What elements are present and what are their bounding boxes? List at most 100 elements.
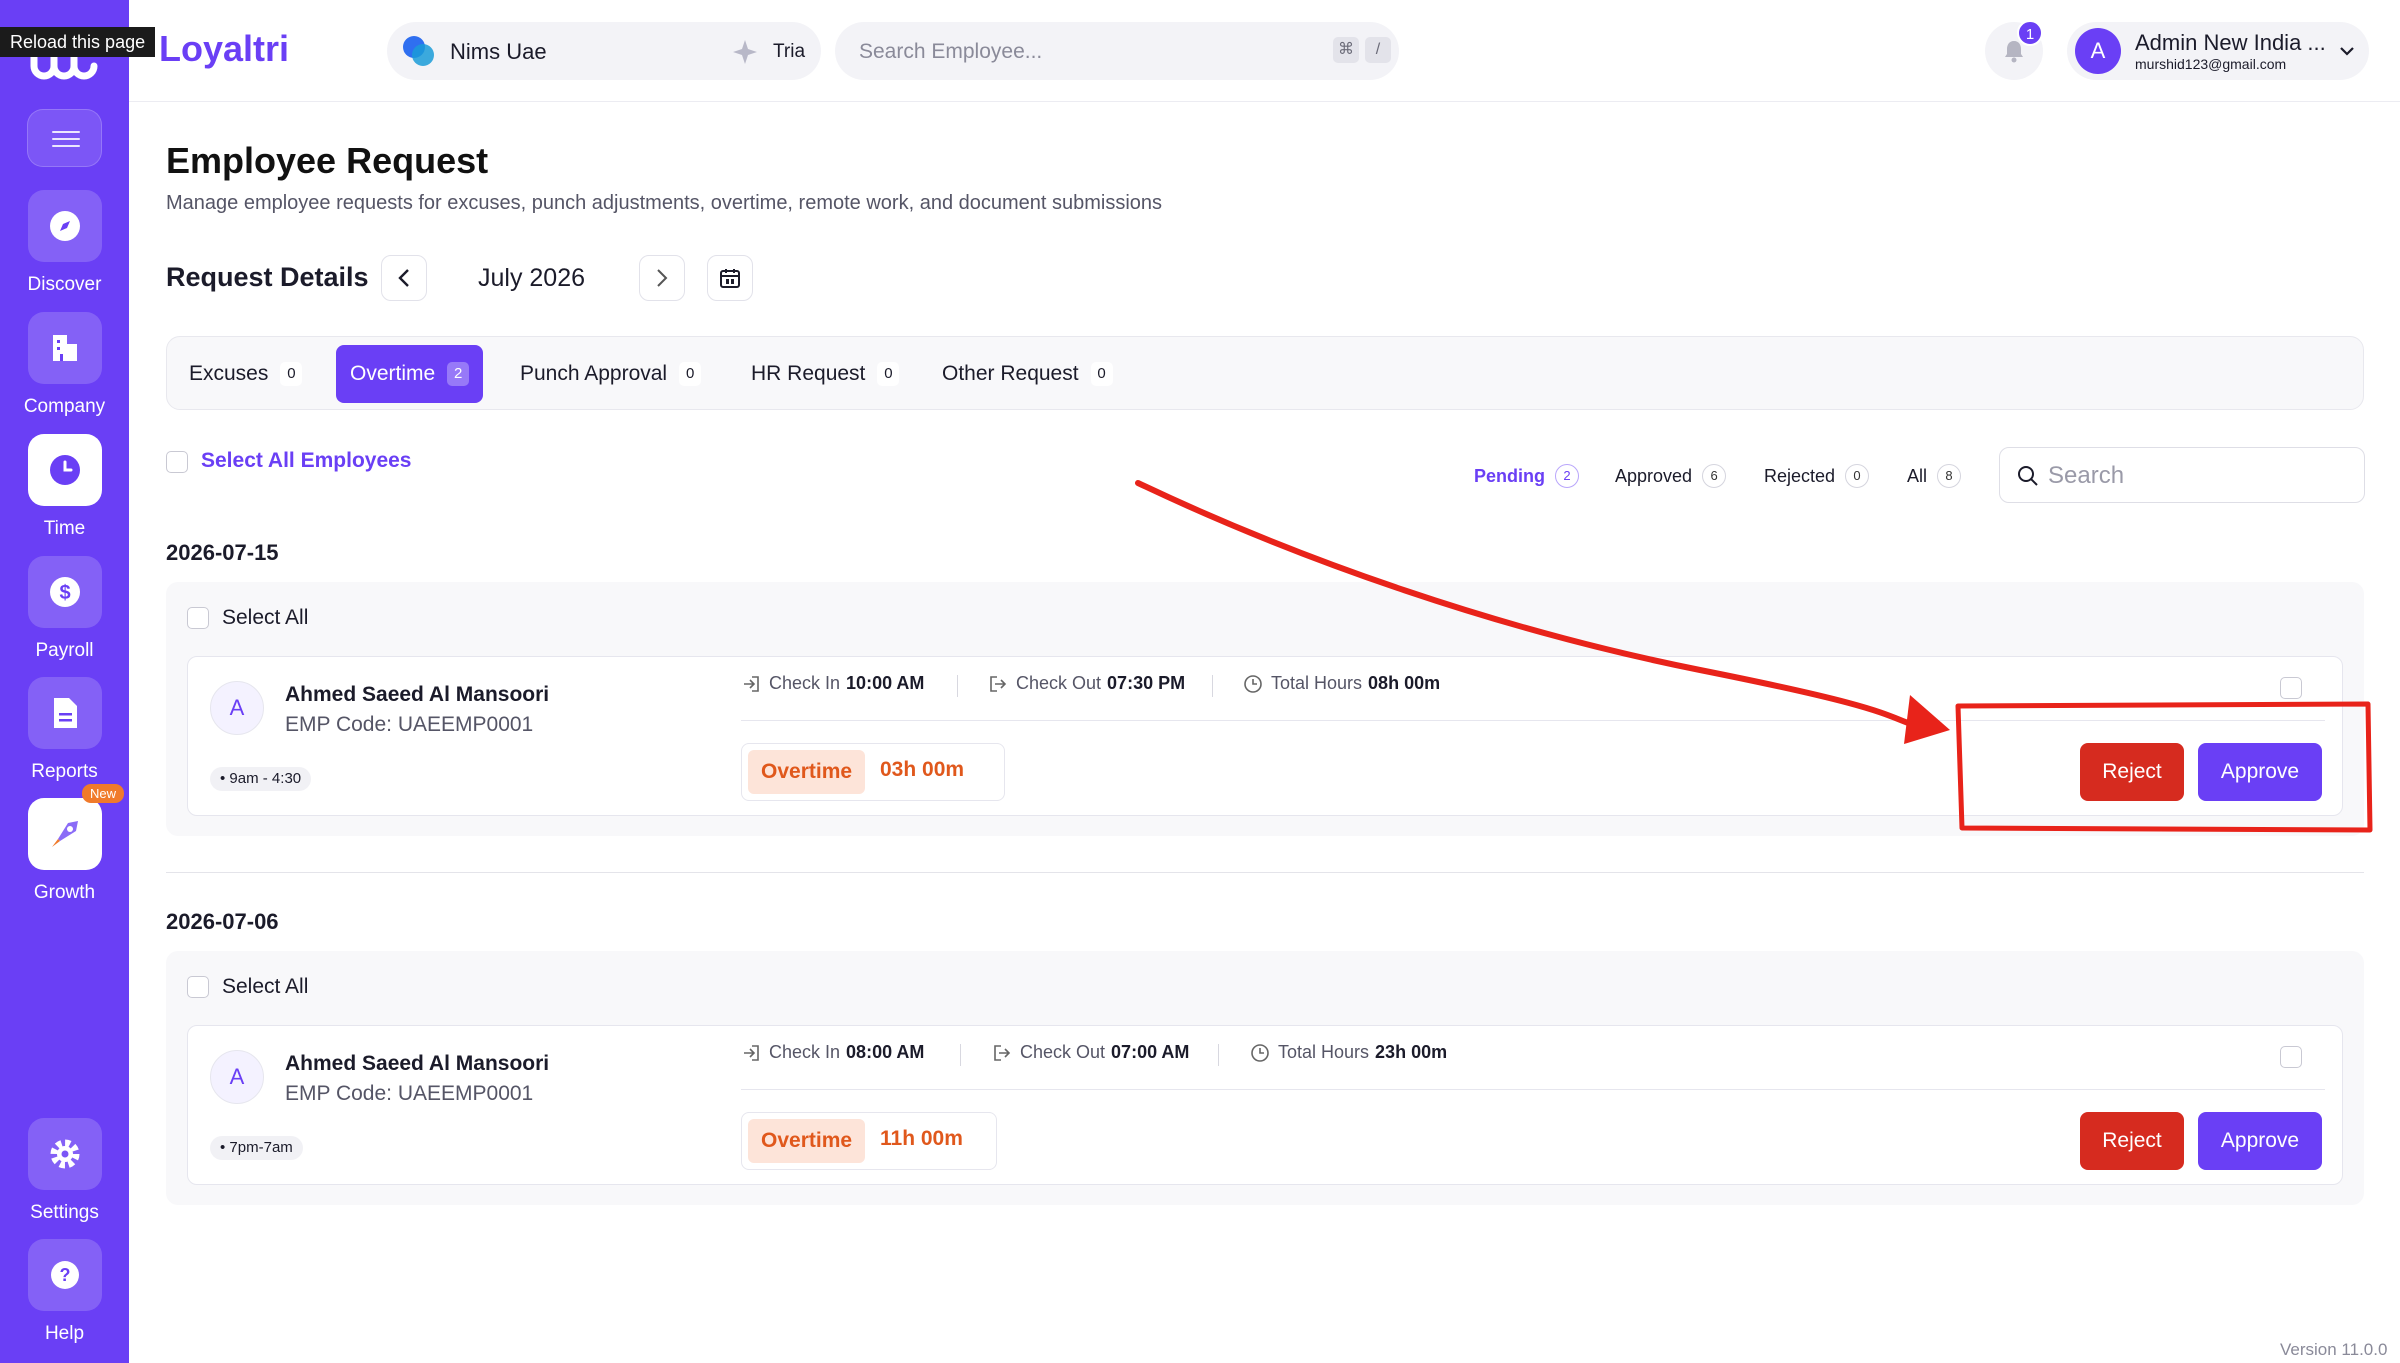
approve-button[interactable]: Approve xyxy=(2198,743,2322,801)
reject-button[interactable]: Reject xyxy=(2080,1112,2184,1170)
filter-label: Pending xyxy=(1474,465,1545,486)
chevron-down-icon xyxy=(2340,47,2354,56)
tab-other-request[interactable]: Other Request 0 xyxy=(928,345,1127,403)
check-out-label: Check Out xyxy=(1016,673,1102,693)
check-in-time: 10:00 AM xyxy=(846,673,925,693)
sidebar-item-reports[interactable]: Reports xyxy=(0,677,129,783)
filter-count: 0 xyxy=(1845,464,1870,488)
filter-all[interactable]: All 8 xyxy=(1907,462,1962,490)
calendar-button[interactable] xyxy=(707,255,753,301)
employee-name: Ahmed Saeed Al Mansoori xyxy=(285,1052,550,1075)
total-hours-label: Total Hours xyxy=(1278,1042,1370,1062)
clock-icon xyxy=(49,455,80,485)
total-hours-value: 08h 00m xyxy=(1368,673,1441,693)
svg-text:$: $ xyxy=(59,582,70,604)
card-divider xyxy=(741,1089,2325,1090)
filter-pending[interactable]: Pending 2 xyxy=(1474,462,1579,490)
employee-name: Ahmed Saeed Al Mansoori xyxy=(285,683,550,706)
tab-label: HR Request xyxy=(751,362,866,385)
tab-hr-request[interactable]: HR Request 0 xyxy=(737,345,913,403)
total-hours-info: Total Hours 08h 00m xyxy=(1243,673,1440,694)
shortcut-key: / xyxy=(1365,37,1391,63)
filter-count: 2 xyxy=(1555,464,1579,488)
request-search-input[interactable]: Search xyxy=(1999,447,2365,503)
request-checkbox[interactable] xyxy=(2280,677,2302,699)
tab-overtime[interactable]: Overtime 2 xyxy=(336,345,484,403)
filter-label: All xyxy=(1907,465,1928,486)
search-placeholder: Search xyxy=(2048,462,2125,489)
shift-badge: • 7pm-7am xyxy=(210,1136,303,1160)
logout-icon xyxy=(990,675,1007,692)
sidebar: Discover Company Time $ Payroll Reports … xyxy=(0,0,129,1363)
tab-count: 0 xyxy=(1090,362,1113,386)
sidebar-item-discover[interactable]: Discover xyxy=(0,190,129,296)
filter-rejected[interactable]: Rejected 0 xyxy=(1764,462,1870,490)
request-group: Select All A Ahmed Saeed Al Mansoori EMP… xyxy=(166,951,2364,1205)
tria-assistant-button[interactable]: Tria xyxy=(713,22,821,80)
check-in-info: Check In 08:00 AM xyxy=(741,1042,924,1063)
help-icon: ? xyxy=(50,1261,79,1289)
login-icon xyxy=(744,675,759,692)
check-in-label: Check In xyxy=(769,1042,841,1062)
search-placeholder: Search Employee... xyxy=(859,40,1043,63)
brand-name[interactable]: Loyaltri xyxy=(159,28,289,70)
sidebar-item-label: Reports xyxy=(31,761,98,782)
employee-search-input[interactable]: Search Employee... ⌘ / xyxy=(835,22,1399,80)
sidebar-item-payroll[interactable]: $ Payroll xyxy=(0,556,129,662)
menu-toggle-button[interactable] xyxy=(27,109,102,167)
divider xyxy=(957,675,958,697)
next-month-button[interactable] xyxy=(639,255,685,301)
user-menu[interactable]: A Admin New India ... murshid123@gmail.c… xyxy=(2067,22,2369,80)
check-out-info: Check Out 07:30 PM xyxy=(988,673,1185,694)
sidebar-item-time[interactable]: Time xyxy=(0,434,129,540)
sidebar-item-label: Settings xyxy=(30,1202,99,1223)
clock-icon xyxy=(1251,1043,1269,1062)
approve-button[interactable]: Approve xyxy=(2198,1112,2322,1170)
shift-time: 7pm-7am xyxy=(229,1139,293,1156)
compass-icon xyxy=(49,211,80,241)
avatar: A xyxy=(2075,28,2121,74)
sidebar-item-label: Help xyxy=(44,1323,85,1344)
avatar: A xyxy=(210,681,264,735)
card-divider xyxy=(741,720,2325,721)
page-subtitle: Manage employee requests for excuses, pu… xyxy=(166,192,1163,214)
tab-punch-approval[interactable]: Punch Approval 0 xyxy=(506,345,715,403)
total-hours-label: Total Hours xyxy=(1271,673,1363,693)
select-all-employees-label[interactable]: Select All Employees xyxy=(201,449,411,473)
sidebar-item-settings[interactable]: Settings xyxy=(0,1118,129,1224)
sidebar-item-growth[interactable]: New Growth xyxy=(0,784,129,904)
group-select-all-label: Select All xyxy=(222,975,309,998)
new-badge: New xyxy=(82,784,125,803)
filter-approved[interactable]: Approved 6 xyxy=(1615,462,1727,490)
svg-text:?: ? xyxy=(59,1265,70,1285)
tab-excuses[interactable]: Excuses 0 xyxy=(175,345,316,403)
notification-count-badge: 1 xyxy=(2017,20,2043,46)
total-hours-info: Total Hours 23h 00m xyxy=(1250,1042,1447,1063)
sidebar-item-help[interactable]: ? Help xyxy=(0,1239,129,1345)
prev-month-button[interactable] xyxy=(381,255,427,301)
request-card: A Ahmed Saeed Al Mansoori EMP Code: UAEE… xyxy=(187,656,2343,816)
employee-code: EMP Code: UAEEMP0001 xyxy=(285,1082,534,1105)
group-select-all-checkbox[interactable] xyxy=(187,607,209,629)
user-name: Admin New India ... xyxy=(2135,30,2326,55)
request-type-tabs: Excuses 0 Overtime 2 Punch Approval 0 HR Re… xyxy=(166,336,2364,410)
group-select-all-label: Select All xyxy=(222,606,309,629)
divider xyxy=(1218,1044,1219,1066)
overtime-label: Overtime xyxy=(748,1119,866,1163)
request-checkbox[interactable] xyxy=(2280,1046,2302,1068)
chevron-right-icon xyxy=(657,269,668,287)
divider xyxy=(960,1044,961,1066)
top-bar: Loyaltri Nims Uae Tria Search Employee..… xyxy=(129,0,2400,102)
tab-label: Other Request xyxy=(942,362,1079,385)
tab-count: 0 xyxy=(679,362,702,386)
group-select-all-checkbox[interactable] xyxy=(187,976,209,998)
tab-count: 2 xyxy=(447,362,470,386)
overtime-pill: Overtime 11h 00m xyxy=(741,1112,997,1170)
select-all-employees-checkbox[interactable] xyxy=(166,451,188,473)
chevron-left-icon xyxy=(398,269,409,287)
sidebar-item-label: Discover xyxy=(27,274,102,295)
reject-button[interactable]: Reject xyxy=(2080,743,2184,801)
group-date: 2026-07-15 xyxy=(166,540,279,565)
check-out-info: Check Out 07:00 AM xyxy=(992,1042,1189,1063)
sidebar-item-company[interactable]: Company xyxy=(0,312,129,418)
